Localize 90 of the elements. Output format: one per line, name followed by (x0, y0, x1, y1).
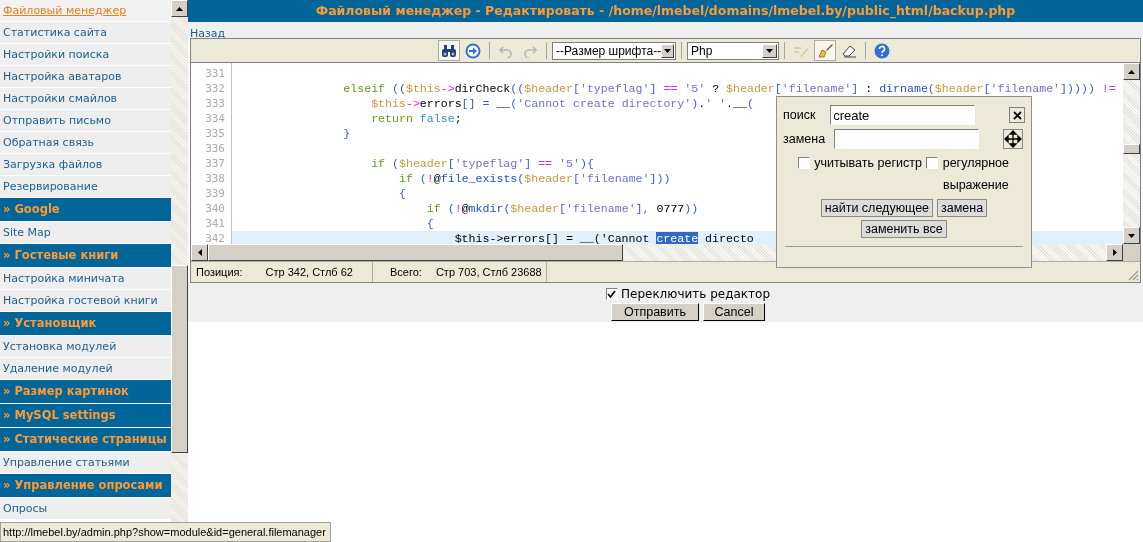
sidebar-link[interactable]: Опросы (0, 498, 171, 520)
sidebar-link[interactable]: Site Map (0, 222, 171, 244)
brush-icon (817, 42, 833, 59)
line-number: 332 (204, 81, 226, 96)
line-number: 335 (204, 126, 226, 141)
line-number: 338 (204, 171, 226, 186)
page-title: Файловый менеджер - Редактировать - /home/lmebel/domains/lmebel.by/public_html/backup.php (188, 0, 1143, 22)
eraser-icon (841, 43, 857, 58)
cancel-button[interactable]: Cancel (703, 303, 765, 321)
code-line: $this->errors[] = __('Cannot create directory').' '.__( (370, 97, 754, 110)
caret-left-icon (197, 249, 202, 256)
line-number: 337 (204, 156, 226, 171)
submit-button[interactable]: Отправить (611, 303, 699, 321)
scrollbar-corner (1123, 244, 1140, 261)
line-number: 342 (204, 231, 226, 246)
redo-icon (523, 43, 537, 58)
find-next-button[interactable]: найти следующее (820, 199, 934, 217)
sidebar-link[interactable]: Удаление модулей (0, 358, 171, 380)
sidebar-link[interactable]: Настройки поиска (0, 44, 171, 66)
undo-icon (499, 43, 513, 58)
code-line: if ($header['typeflag'] == '5'){ (370, 157, 594, 170)
search-button[interactable] (438, 40, 460, 61)
code-line: if (!@mkdir($header['filename'], 0777)) (425, 202, 699, 215)
sidebar-link[interactable]: Настройки смайлов (0, 88, 171, 110)
sidebar-link[interactable]: Настройка миничата (0, 268, 171, 290)
sidebar-link[interactable]: Статистика сайта (0, 22, 171, 44)
sidebar-link[interactable]: Настройка гостевой книги (0, 290, 171, 312)
browser-status-bar: http://lmebel.by/admin.php?show=module&id=general.filemanager (0, 522, 331, 542)
line-number: 336 (204, 141, 226, 156)
code-line: if (!@file_exists($header['filename'])) (397, 172, 671, 185)
close-icon (1012, 110, 1022, 120)
caret-right-icon (1112, 249, 1117, 256)
font-size-select[interactable]: --Размер шрифта-- (552, 41, 676, 60)
check-icon (607, 289, 617, 299)
scroll-down-button[interactable] (1123, 227, 1140, 244)
checkbox[interactable] (925, 157, 938, 169)
search-field[interactable]: create (830, 105, 976, 125)
sidebar-link[interactable]: Загрузка файлов (0, 154, 171, 176)
search-label: поиск (783, 108, 817, 122)
status-value: Стр 342, Стлб 62 (265, 266, 353, 278)
caret-down-icon (664, 48, 672, 53)
scroll-right-button[interactable] (1106, 244, 1123, 261)
caret-up-icon (176, 6, 183, 11)
replace-label: замена (783, 132, 827, 146)
resize-grip-icon[interactable] (1128, 270, 1139, 281)
scrollbar-thumb[interactable] (1123, 144, 1140, 154)
status-label: Позиция: (196, 266, 243, 278)
vertical-scrollbar[interactable] (1123, 63, 1140, 244)
scroll-up-button[interactable] (171, 0, 188, 17)
code-line: return false; (370, 112, 462, 125)
sidebar-link[interactable]: Установка модулей (0, 336, 171, 358)
checkbox[interactable] (605, 288, 618, 300)
sidebar-link[interactable]: Резервирование (0, 176, 171, 198)
close-button[interactable] (1009, 107, 1025, 123)
replace-all-button[interactable]: заменить все (861, 220, 947, 238)
scroll-left-button[interactable] (191, 244, 208, 261)
code-line: } (342, 127, 351, 140)
line-number: 341 (204, 216, 226, 231)
sidebar-link[interactable]: Обратная связь (0, 132, 171, 154)
line-number: 334 (204, 111, 226, 126)
scrollbar-thumb[interactable] (208, 244, 623, 261)
code-line: { (425, 217, 434, 230)
line-number: 339 (204, 186, 226, 201)
vertical-scrollbar[interactable] (171, 0, 188, 522)
sidebar-link[interactable]: Настройка аватаров (0, 66, 171, 88)
help-icon (874, 42, 890, 59)
checkbox[interactable] (798, 157, 811, 169)
scrollbar-thumb[interactable] (171, 265, 188, 453)
code-line: elseif (($this->dirCheck(($header['typeflag'] == '5' ? $header['filename'] : dirname($header['filename'])))) != (342, 82, 1116, 95)
sidebar-link[interactable]: Управление статьями (0, 452, 171, 474)
checkbox-label[interactable]: Переключить редактор (620, 287, 770, 301)
code-line: { (397, 187, 406, 200)
syntax-select[interactable]: Php (687, 41, 779, 60)
line-number: 340 (204, 201, 226, 216)
replace-field[interactable] (834, 129, 979, 149)
line-number: 333 (204, 96, 226, 111)
status-label: Всего: (390, 266, 422, 278)
caret-down-icon (1128, 233, 1135, 238)
binoculars-icon (441, 43, 457, 58)
caret-up-icon (1128, 69, 1135, 74)
status-value: Стр 703, Стлб 23688 (435, 266, 542, 278)
line-number: 331 (204, 66, 226, 81)
move-icon[interactable] (1003, 129, 1023, 149)
back-link[interactable]: Назад (190, 27, 226, 40)
sidebar-link[interactable]: Отправить письмо (0, 110, 171, 132)
arrow-circle-icon (465, 42, 481, 59)
checkbox-label[interactable]: учитывать регистр (814, 155, 922, 171)
replace-button[interactable]: замена (937, 199, 988, 217)
caret-down-icon (766, 48, 773, 53)
scroll-up-button[interactable] (1123, 63, 1140, 80)
